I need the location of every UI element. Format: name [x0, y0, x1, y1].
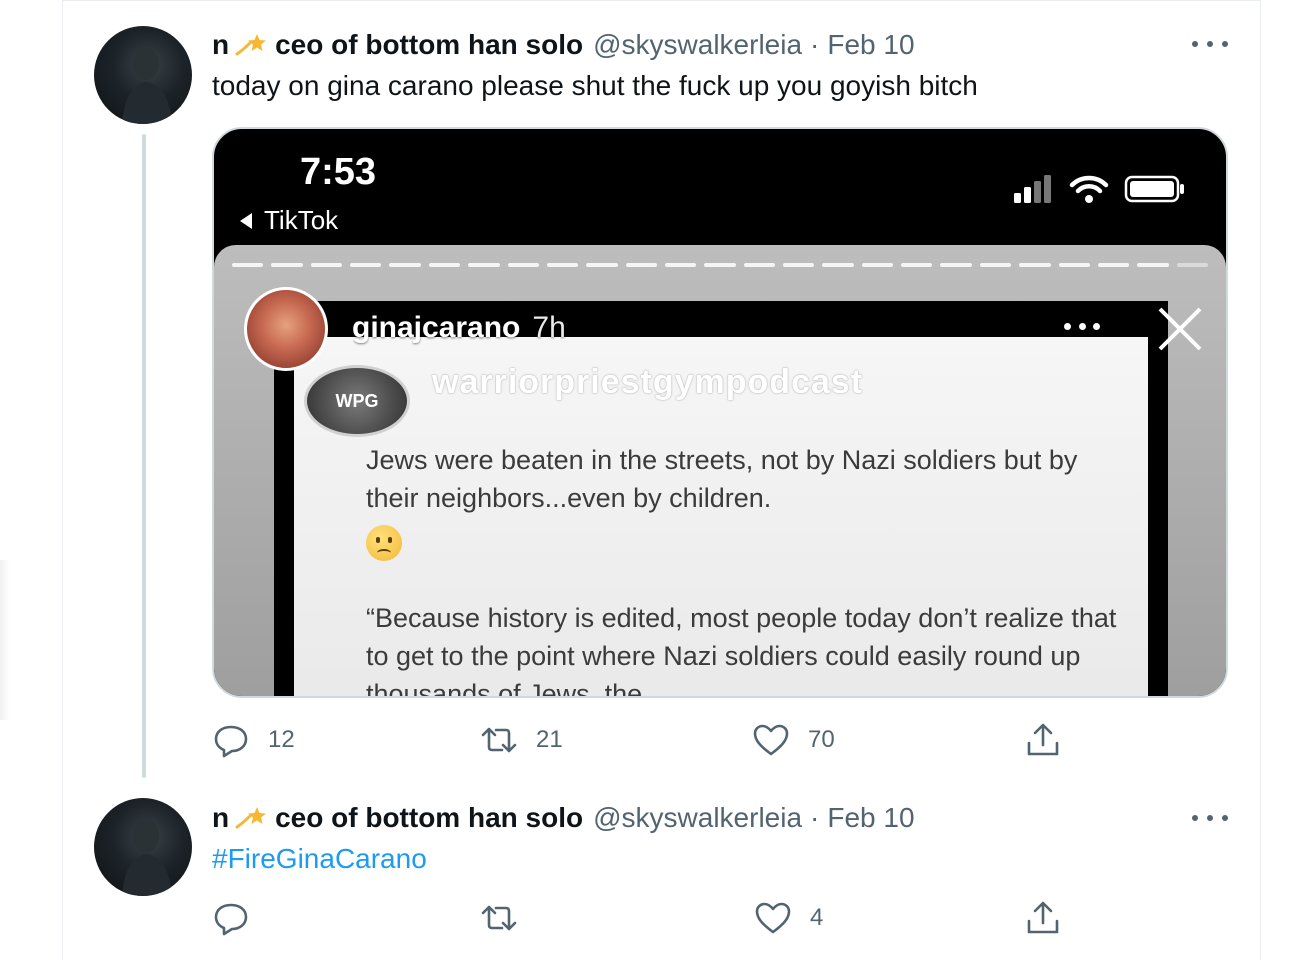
timeline-border-left [62, 0, 63, 960]
avatar[interactable] [94, 798, 192, 896]
story-user-line: ginajcarano 7h [352, 311, 566, 345]
back-app-label: TikTok [264, 205, 339, 235]
reply-icon [214, 725, 248, 758]
separator: · [810, 802, 820, 833]
tweet-date[interactable]: Feb 10 [827, 802, 914, 834]
display-name[interactable]: n [212, 802, 229, 834]
avatar[interactable] [94, 26, 192, 124]
share-icon [1027, 901, 1059, 934]
tweet-header: n ceo of bottom han solo @skyswalkerleia… [212, 28, 915, 62]
hashtag-link[interactable]: #FireGinaCarano [212, 843, 427, 875]
watermark-text: warriorpriestgympodcast [432, 363, 864, 401]
reply-icon [214, 903, 248, 936]
shooting-star-icon [235, 34, 267, 56]
tweet-text: today on gina carano please shut the fuc… [212, 70, 978, 101]
back-arrow-icon [240, 212, 252, 229]
post-paragraph-2: “Because history is edited, most people … [366, 603, 1117, 698]
avatar-figure [122, 48, 172, 124]
user-handle[interactable]: @skyswalkerleia [593, 29, 802, 61]
display-name[interactable]: n [212, 29, 229, 61]
timeline-border-top [62, 0, 1261, 1]
shooting-star-icon [235, 807, 267, 829]
separator: · [810, 29, 820, 60]
retweet-icon [481, 727, 517, 753]
timeline-border-right [1260, 0, 1261, 960]
heart-icon [755, 902, 791, 934]
phone-status-time: 7:53 [300, 151, 377, 193]
more-options-icon[interactable] [1192, 808, 1228, 828]
retweet-button[interactable]: 21 [480, 720, 563, 760]
reply-button[interactable]: 12 [212, 720, 295, 760]
close-icon [1158, 307, 1202, 351]
worried-face-emoji [366, 525, 402, 561]
reply-button[interactable] [212, 898, 268, 938]
heart-icon [753, 724, 789, 756]
story-progress-bar [232, 263, 1208, 267]
avatar-figure [122, 820, 172, 896]
display-name-rest[interactable]: ceo of bottom han solo [275, 29, 583, 61]
more-options-icon[interactable] [1192, 34, 1228, 54]
reply-count: 12 [268, 726, 295, 753]
like-count: 4 [810, 904, 824, 931]
tweet-actions: 12 21 70 [212, 720, 1072, 760]
tweet-date[interactable]: Feb 10 [827, 29, 914, 61]
share-button[interactable] [1024, 898, 1080, 938]
user-handle[interactable]: @skyswalkerleia [593, 802, 802, 834]
back-to-app: TikTok [240, 205, 338, 236]
retweet-count: 21 [536, 726, 563, 753]
podcast-logo: WPG [304, 365, 410, 437]
share-button[interactable] [1024, 720, 1080, 760]
post-paragraph-1: Jews were beaten in the streets, not by … [366, 445, 1078, 513]
story-screenshot: ginajcarano 7h WPG warriorpriestgympodcas… [214, 245, 1226, 698]
story-username: ginajcarano [352, 311, 521, 344]
thread-connector [142, 134, 146, 778]
like-button[interactable]: 70 [752, 720, 835, 760]
tweet-header: n ceo of bottom han solo @skyswalkerleia… [212, 801, 915, 835]
edge-shadow [0, 560, 10, 720]
tweet-actions: 4 [212, 898, 1072, 938]
share-icon [1027, 723, 1059, 756]
display-name-rest[interactable]: ceo of bottom han solo [275, 802, 583, 834]
like-count: 70 [808, 726, 835, 753]
media-attachment[interactable]: 7:53 TikTok ginajcarano 7h WPG warriorpri… [212, 127, 1228, 698]
story-more-icon [1064, 323, 1100, 333]
retweet-button[interactable] [480, 898, 536, 938]
story-time: 7h [532, 311, 566, 344]
phone-status-icons [1014, 175, 1184, 203]
retweet-icon [481, 905, 517, 931]
like-button[interactable]: 4 [754, 898, 823, 938]
story-avatar [244, 287, 328, 371]
